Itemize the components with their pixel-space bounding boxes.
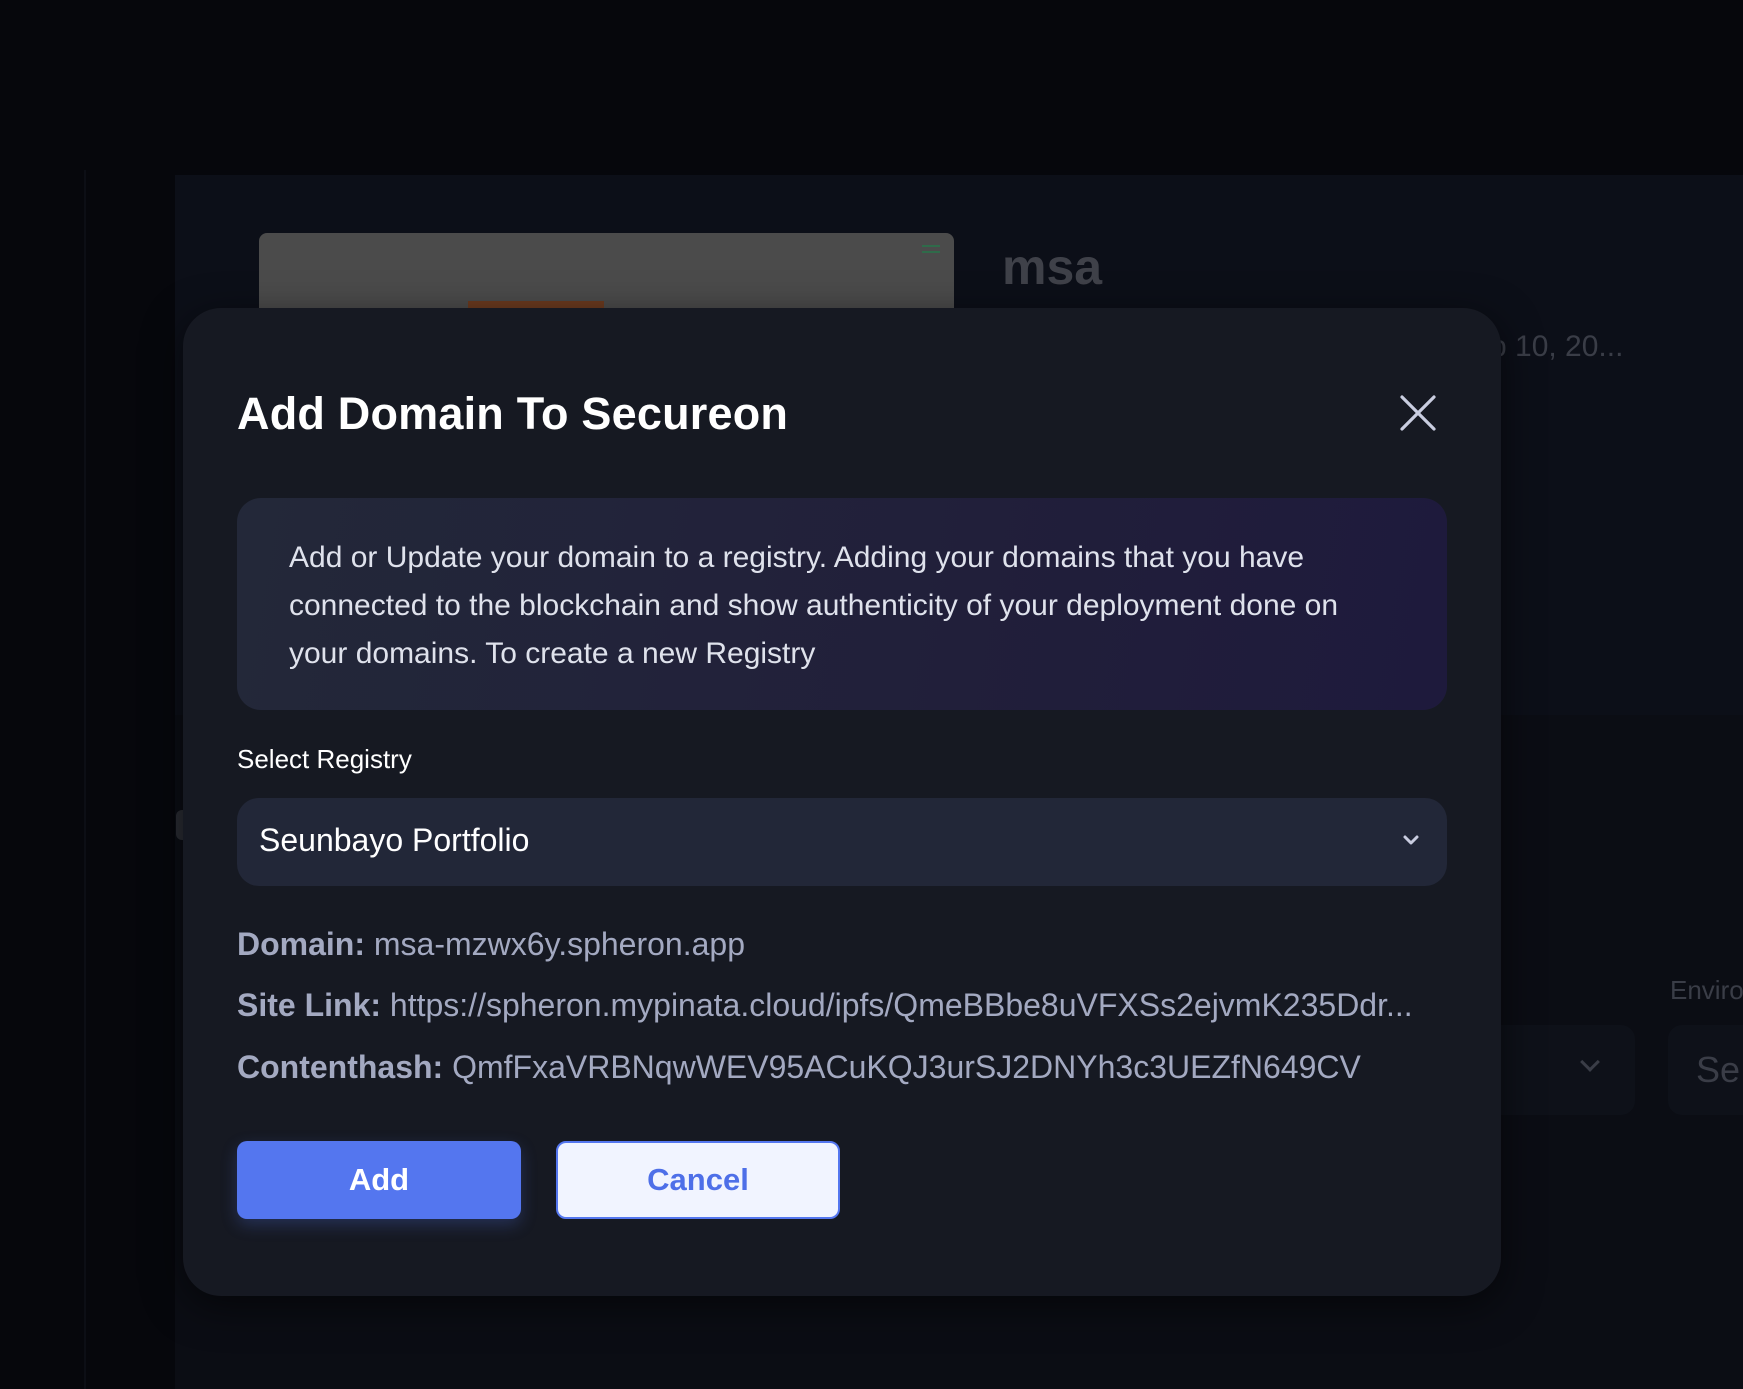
chevron-down-icon [1580, 1052, 1600, 1072]
environment-select-text: Se [1696, 1049, 1741, 1090]
domain-row: Domain: msa-mzwx6y.spheron.app [237, 926, 745, 963]
project-title: msa [1002, 239, 1103, 295]
cancel-button[interactable]: Cancel [556, 1141, 840, 1219]
project-date: p 10, 20... [1490, 330, 1624, 363]
add-button[interactable]: Add [237, 1141, 521, 1219]
info-box: Add or Update your domain to a registry.… [237, 498, 1447, 710]
registry-select[interactable]: Seunbayo Portfolio [237, 798, 1447, 886]
site-link-row: Site Link: https://spheron.mypinata.clou… [237, 987, 1413, 1024]
domain-label: Domain: [237, 926, 365, 962]
contenthash-value: QmfFxaVRBNqwWEV95ACuKQJ3urSJ2DNYh3c3UEZf… [452, 1049, 1361, 1085]
site-link-value: https://spheron.mypinata.cloud/ipfs/QmeB… [389, 987, 1413, 1023]
site-link-label: Site Link: [237, 987, 382, 1023]
project-thumbnail [259, 233, 954, 313]
environment-select: Se [1668, 1025, 1743, 1115]
sidebar-edge [84, 170, 86, 1389]
registry-select-value: Seunbayo Portfolio [259, 822, 530, 858]
close-icon [1400, 395, 1436, 431]
select-registry-label: Select Registry [237, 744, 412, 774]
modal-title: Add Domain To Secureon [237, 388, 789, 439]
environment-label: Enviro [1670, 975, 1743, 1005]
menu-icon [922, 245, 940, 253]
domain-value: msa-mzwx6y.spheron.app [373, 926, 745, 962]
info-text: Add or Update your domain to a registry.… [289, 541, 1339, 670]
add-domain-modal: Add Domain To Secureon Add or Update you… [183, 308, 1501, 1296]
chevron-down-icon [1397, 826, 1425, 854]
contenthash-label: Contenthash: [237, 1049, 444, 1085]
close-button[interactable] [1398, 393, 1438, 433]
contenthash-row: Contenthash: QmfFxaVRBNqwWEV95ACuKQJ3urS… [237, 1049, 1361, 1086]
